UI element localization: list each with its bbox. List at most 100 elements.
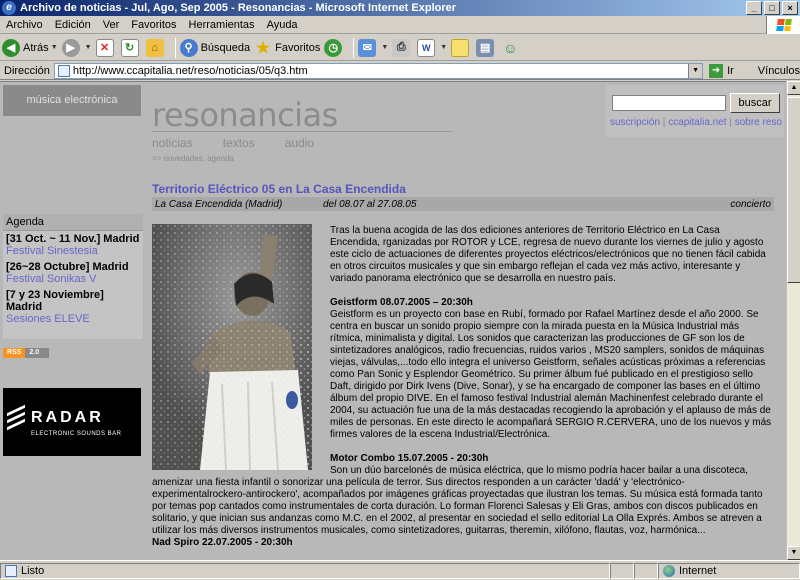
go-button[interactable]: ➜ Ir (709, 63, 734, 78)
notes-icon (451, 38, 470, 57)
forward-arrow-icon: ▶ (61, 38, 80, 57)
vertical-scrollbar[interactable]: ▲ ▼ (786, 81, 800, 560)
star-icon: ★ (255, 39, 271, 57)
favorites-label: Favoritos (275, 41, 321, 54)
refresh-icon: ↻ (120, 38, 139, 57)
menu-herramientas[interactable]: Herramientas (183, 19, 261, 31)
back-arrow-icon: ◀ (2, 38, 20, 57)
address-label: Dirección (4, 64, 50, 77)
section-title: Geistform 08.07.2005 – 20:30h (330, 297, 473, 308)
agenda-event-link[interactable]: Festival Sonikas V (6, 273, 96, 285)
scroll-up-button[interactable]: ▲ (787, 81, 800, 95)
print-button[interactable]: ⎙ (392, 37, 413, 59)
chevron-down-icon: ▼ (84, 44, 92, 51)
home-icon: ⌂ (145, 38, 164, 57)
agenda-event-link[interactable]: Festival Sinestesia (6, 245, 98, 257)
site-search-button[interactable]: buscar (730, 93, 780, 113)
article-photo (152, 224, 312, 470)
chevron-down-icon: ▼ (50, 44, 58, 51)
page-icon (57, 64, 70, 77)
status-cell (610, 562, 634, 579)
article-type: concierto (730, 198, 771, 210)
menu-ver[interactable]: Ver (97, 19, 126, 31)
refresh-button[interactable]: ↻ (120, 37, 142, 59)
section-label[interactable]: música electrónica (3, 85, 141, 116)
menu-archivo[interactable]: Archivo (0, 19, 49, 31)
search-button[interactable]: ⚲ Búsqueda (179, 37, 250, 59)
close-button[interactable]: × (782, 1, 798, 15)
chevron-down-icon[interactable]: ▼ (688, 63, 703, 78)
favorites-button[interactable]: ★ Favoritos (254, 37, 320, 59)
radar-banner[interactable]: RADAR ELECTRONIC SOUNDS BAR (3, 388, 141, 456)
section-title: Motor Combo 15.07.2005 - 20:30h (330, 453, 489, 464)
back-button[interactable]: ◀ Atrás ▼ (2, 37, 58, 59)
windows-logo-icon (766, 16, 800, 34)
maximize-button[interactable]: □ (764, 1, 780, 15)
page-viewport: música electrónica resonancias noticias … (0, 81, 786, 560)
link-suscripcion[interactable]: suscripción (610, 117, 660, 128)
research-button[interactable]: ▤ (476, 37, 497, 59)
search-icon: ⚲ (179, 38, 198, 57)
back-label: Atrás (23, 41, 49, 54)
article-intro: Tras la buena acogida de las dos edicion… (330, 225, 766, 284)
rss-badge[interactable]: RSS 2.0 (3, 348, 50, 358)
article-venue: La Casa Encendida (Madrid) (155, 198, 283, 210)
messenger-icon: ☺ (503, 39, 518, 56)
address-url[interactable]: http://www.ccapitalia.net/reso/noticias/… (73, 65, 688, 77)
agenda-event-link[interactable]: Sesiones ELEVE (6, 313, 90, 325)
agenda-date: [31 Oct. ~ 11 Nov.] Madrid (6, 233, 140, 245)
site-search-input[interactable] (612, 95, 726, 111)
section-text-lead: Son un dúo barcelonés de música eléctric… (330, 465, 749, 476)
nav-audio[interactable]: audio (285, 136, 314, 150)
agenda-item: [26~28 Octubre] Madrid Festival Sonikas … (3, 259, 143, 287)
minimize-button[interactable]: _ (746, 1, 762, 15)
discuss-button[interactable] (451, 37, 472, 59)
nav-textos[interactable]: textos (223, 136, 255, 150)
link-sobre-reso[interactable]: sobre reso (735, 117, 782, 128)
messenger-button[interactable]: ☺ (501, 37, 522, 59)
title-underline (152, 131, 452, 132)
toolbar: ◀ Atrás ▼ ▶ ▼ ✕ ↻ ⌂ ⚲ Búsqueda ★ Favorit… (0, 35, 800, 61)
home-button[interactable]: ⌂ (145, 37, 167, 59)
window-title: Archivo de noticias - Jul, Ago, Sep 2005… (20, 2, 457, 14)
scroll-down-button[interactable]: ▼ (787, 546, 800, 560)
agenda-box: Agenda [31 Oct. ~ 11 Nov.] Madrid Festiv… (3, 214, 143, 339)
research-icon: ▤ (476, 38, 495, 57)
address-input[interactable]: http://www.ccapitalia.net/reso/noticias/… (53, 62, 704, 79)
radar-bars-icon (7, 404, 25, 431)
search-box: buscar (606, 85, 784, 137)
breadcrumb: >> novedades, agenda (152, 154, 234, 163)
radar-subtitle: ELECTRONIC SOUNDS BAR (31, 431, 122, 437)
menu-edicion[interactable]: Edición (49, 19, 97, 31)
page-icon (5, 564, 17, 577)
status-main: Listo (0, 562, 610, 579)
chevron-down-icon: ▼ (440, 44, 448, 51)
edit-button[interactable]: W ▼ (417, 37, 447, 59)
menu-ayuda[interactable]: Ayuda (261, 19, 304, 31)
stop-button[interactable]: ✕ (95, 37, 117, 59)
zone-text: Internet (679, 564, 717, 577)
history-icon: ◷ (324, 38, 343, 57)
article-dates: del 08.07 al 27.08.05 (323, 198, 417, 210)
article-title[interactable]: Territorio Eléctrico 05 en La Casa Encen… (152, 182, 406, 196)
menu-favoritos[interactable]: Favoritos (125, 19, 182, 31)
rss-version: 2.0 (25, 348, 50, 358)
mail-button[interactable]: ✉ ▼ (358, 37, 388, 59)
toolbar-separator (174, 37, 176, 58)
word-icon: W (417, 38, 436, 57)
site-title[interactable]: resonancias (152, 96, 338, 134)
go-arrow-icon: ➜ (709, 63, 724, 78)
link-ccapitalia[interactable]: ccapitalia.net (668, 117, 726, 128)
printer-icon: ⎙ (392, 38, 411, 57)
rss-label: RSS (3, 348, 26, 358)
mail-icon: ✉ (358, 38, 377, 57)
links-button[interactable]: Vínculos (758, 65, 800, 77)
scroll-thumb[interactable] (787, 97, 800, 283)
agenda-item: [31 Oct. ~ 11 Nov.] Madrid Festival Sine… (3, 231, 143, 259)
history-button[interactable]: ◷ (324, 37, 345, 59)
article-body: Tras la buena acogida de las dos edicion… (330, 225, 772, 477)
forward-button[interactable]: ▶ ▼ (61, 37, 92, 59)
ie-icon: e (2, 1, 16, 15)
status-cell (634, 562, 658, 579)
nav-noticias[interactable]: noticias (152, 136, 193, 150)
